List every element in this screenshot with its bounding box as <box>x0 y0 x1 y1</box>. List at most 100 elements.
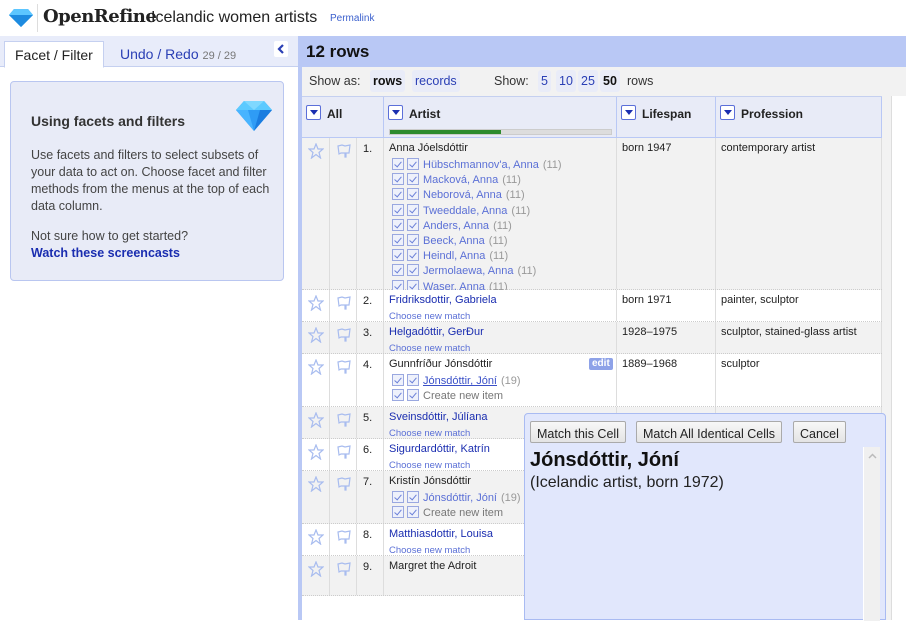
flag-icon[interactable] <box>336 529 352 545</box>
column-menu-dropdown-icon[interactable] <box>720 105 735 120</box>
matched-entity-link[interactable]: Matthiasdottir, Louisa <box>389 528 493 540</box>
page-size-25[interactable]: 25 <box>578 70 598 92</box>
match-this-cell-checkbox[interactable] <box>392 491 404 503</box>
flag-cell[interactable] <box>330 407 357 438</box>
show-as-rows[interactable]: rows <box>370 70 406 92</box>
star-icon[interactable] <box>308 327 324 343</box>
choose-new-match-link[interactable]: Choose new match <box>389 460 470 471</box>
matched-entity-link[interactable]: Sigurdardóttir, Katrín <box>389 443 490 455</box>
star-cell[interactable] <box>302 354 330 406</box>
match-all-identical-checkbox[interactable] <box>407 173 419 186</box>
profession-cell[interactable]: painter, sculptor <box>716 290 882 321</box>
star-cell[interactable] <box>302 439 330 470</box>
permalink-link[interactable]: Permalink <box>330 13 374 24</box>
star-icon[interactable] <box>308 561 324 577</box>
matched-entity-link[interactable]: Helgadóttir, GerÐur <box>389 326 484 338</box>
create-new-item-label[interactable]: Create new item <box>423 390 503 402</box>
artist-cell[interactable]: Anna Jóelsdóttir Hübschmannov'a, Anna (11)… <box>384 138 617 323</box>
matched-entity-link[interactable]: Sveinsdóttir, Júlíana <box>389 411 487 423</box>
choose-new-match-link[interactable]: Choose new match <box>389 343 470 354</box>
star-cell[interactable] <box>302 556 330 595</box>
candidate-link[interactable]: Heindl, Anna <box>423 250 485 262</box>
star-cell[interactable] <box>302 524 330 555</box>
candidate-link[interactable]: Neborová, Anna <box>423 189 502 201</box>
match-all-identical-checkbox[interactable] <box>407 188 419 201</box>
match-this-cell-checkbox[interactable] <box>392 234 404 246</box>
star-cell[interactable] <box>302 138 330 289</box>
star-icon[interactable] <box>308 444 324 460</box>
page-size-10[interactable]: 10 <box>556 70 576 92</box>
lifespan-cell[interactable]: 1928–1975 <box>617 322 716 353</box>
flag-icon[interactable] <box>336 561 352 577</box>
collapse-left-panel-button[interactable] <box>274 41 288 57</box>
candidate-link[interactable]: Hübschmannov'a, Anna <box>423 159 539 171</box>
match-this-cell-checkbox[interactable] <box>392 249 404 262</box>
flag-icon[interactable] <box>336 359 352 375</box>
flag-icon[interactable] <box>336 412 352 428</box>
column-menu-dropdown-icon[interactable] <box>621 105 636 120</box>
create-new-all-identical-checkbox[interactable] <box>407 389 419 402</box>
candidate-link[interactable]: Tweeddale, Anna <box>423 205 507 217</box>
flag-icon[interactable] <box>336 444 352 460</box>
matched-entity-link[interactable]: Fridriksdottir, Gabriela <box>389 294 497 306</box>
flag-icon[interactable] <box>336 143 352 159</box>
flag-cell[interactable] <box>330 439 357 470</box>
match-all-identical-checkbox[interactable] <box>407 203 419 216</box>
choose-new-match-link[interactable]: Choose new match <box>389 311 470 322</box>
create-new-all-identical-checkbox[interactable] <box>407 506 419 519</box>
create-new-this-cell-checkbox[interactable] <box>392 506 404 519</box>
profession-cell[interactable]: contemporary artist <box>716 138 882 289</box>
flag-cell[interactable] <box>330 138 357 289</box>
star-icon[interactable] <box>308 143 324 159</box>
candidate-link[interactable]: Beeck, Anna <box>423 235 485 247</box>
show-as-records[interactable]: records <box>412 70 460 92</box>
tab-facet-filter[interactable]: Facet / Filter <box>4 41 104 68</box>
match-all-identical-checkbox[interactable] <box>407 264 419 277</box>
tab-undo-redo[interactable]: Undo / Redo 29 / 29 <box>110 41 246 68</box>
flag-cell[interactable] <box>330 354 357 406</box>
match-this-cell-checkbox[interactable] <box>392 203 404 216</box>
choose-new-match-link[interactable]: Choose new match <box>389 428 470 439</box>
page-size-50[interactable]: 50 <box>600 70 620 92</box>
match-all-identical-checkbox[interactable] <box>407 218 419 231</box>
match-this-cell-checkbox[interactable] <box>392 188 404 201</box>
candidate-link[interactable]: Anders, Anna <box>423 220 489 232</box>
cancel-button[interactable]: Cancel <box>793 421 846 443</box>
column-menu-dropdown-icon[interactable] <box>306 105 321 120</box>
flag-icon[interactable] <box>336 476 352 492</box>
star-cell[interactable] <box>302 322 330 353</box>
match-this-cell-checkbox[interactable] <box>392 173 404 186</box>
create-new-this-cell-checkbox[interactable] <box>392 389 404 402</box>
match-this-cell-checkbox[interactable] <box>392 264 404 277</box>
choose-new-match-link[interactable]: Choose new match <box>389 545 470 556</box>
match-all-identical-cells-button[interactable]: Match All Identical Cells <box>636 421 783 443</box>
match-all-identical-checkbox[interactable] <box>407 374 419 386</box>
candidate-link[interactable]: Macková, Anna <box>423 174 498 186</box>
artist-cell[interactable]: Gunnfríður Jónsdóttir edit Jónsdóttir, Jón… <box>384 354 617 406</box>
star-cell[interactable] <box>302 407 330 438</box>
lifespan-cell[interactable]: born 1971 <box>617 290 716 321</box>
star-cell[interactable] <box>302 290 330 321</box>
lifespan-cell[interactable]: 1889–1968 <box>617 354 716 406</box>
flag-icon[interactable] <box>336 295 352 311</box>
scroll-up-arrow-icon[interactable] <box>868 453 877 459</box>
star-icon[interactable] <box>308 476 324 492</box>
watch-screencasts-link[interactable]: Watch these screencasts <box>31 246 180 260</box>
openrefine-diamond-logo-icon[interactable] <box>9 9 33 27</box>
project-name[interactable]: Icelandic women artists <box>151 9 317 27</box>
column-menu-dropdown-icon[interactable] <box>388 105 403 120</box>
edit-cell-button[interactable]: edit <box>589 358 613 370</box>
candidate-link[interactable]: Jónsdóttir, Jóní <box>423 492 497 504</box>
star-icon[interactable] <box>308 412 324 428</box>
create-new-item-label[interactable]: Create new item <box>423 507 503 519</box>
flag-cell[interactable] <box>330 556 357 595</box>
match-this-cell-checkbox[interactable] <box>392 374 404 386</box>
star-cell[interactable] <box>302 471 330 523</box>
app-name[interactable]: OpenRefine <box>43 6 157 27</box>
flag-cell[interactable] <box>330 290 357 321</box>
match-this-cell-checkbox[interactable] <box>392 218 404 231</box>
match-this-cell-checkbox[interactable] <box>392 158 404 170</box>
candidate-link[interactable]: Jermolaewa, Anna <box>423 265 514 277</box>
match-this-cell-button[interactable]: Match this Cell <box>530 421 626 443</box>
page-size-5[interactable]: 5 <box>538 70 551 92</box>
